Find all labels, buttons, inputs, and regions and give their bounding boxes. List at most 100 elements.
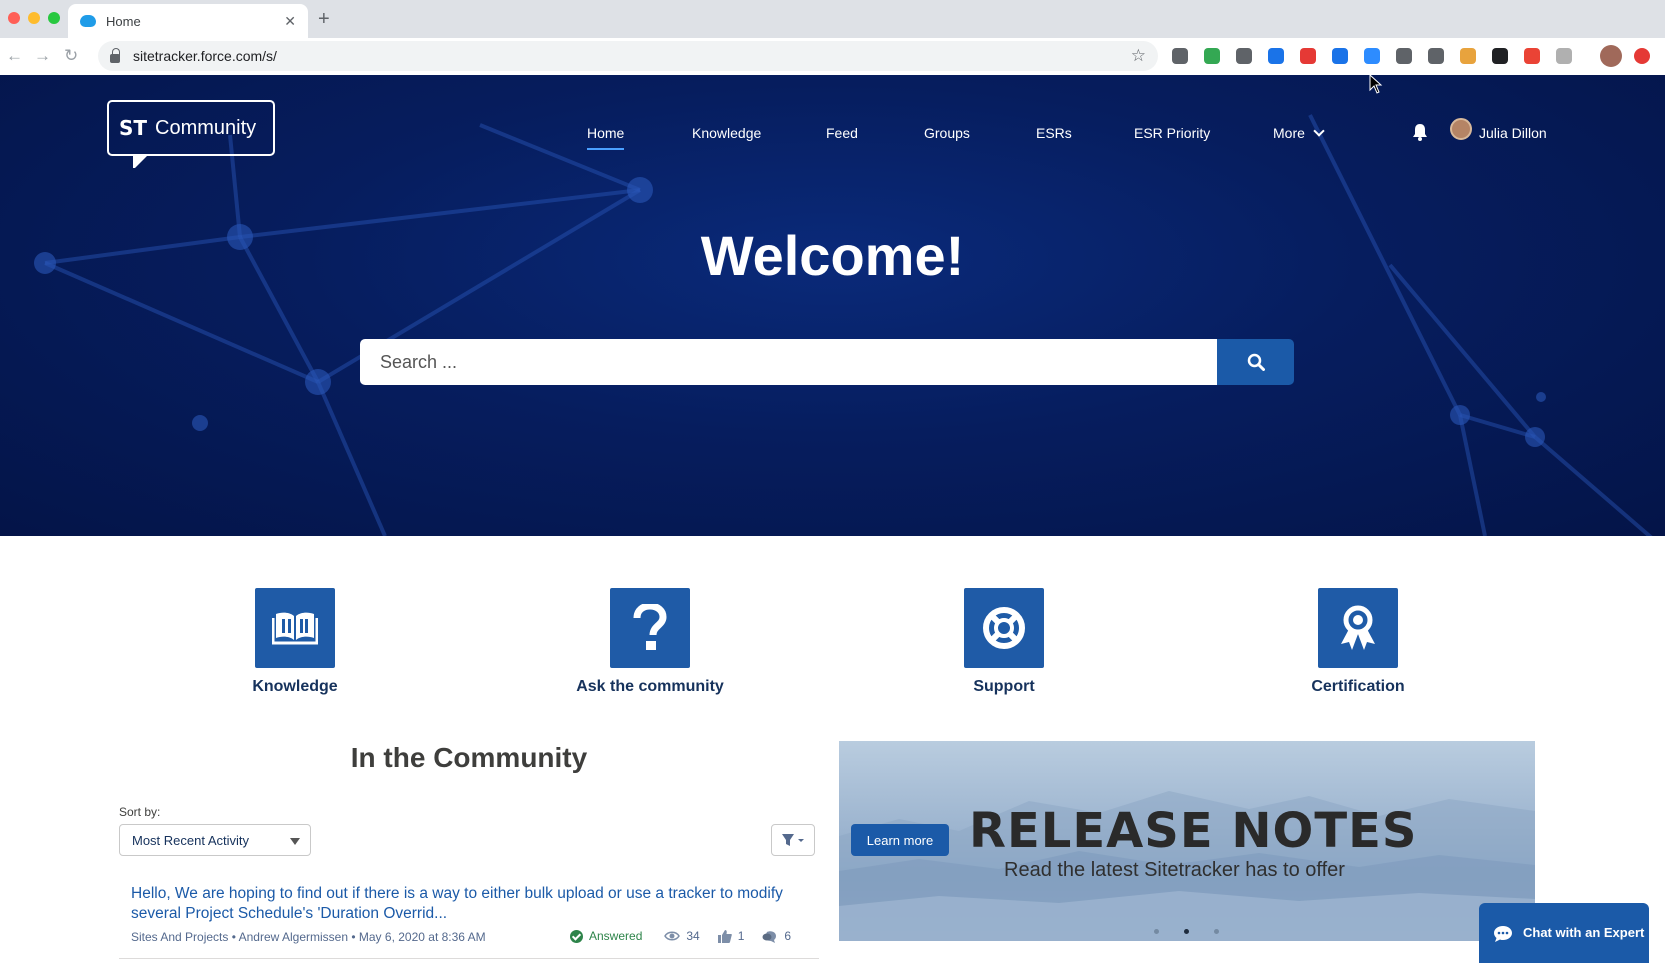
tile-label: Certification	[1311, 678, 1405, 695]
logo-text: Community	[155, 116, 257, 139]
extension-icon[interactable]	[1492, 48, 1508, 64]
browser-chrome: Home ✕ + ← → ↻ sitetracker.force.com/s/ …	[0, 0, 1665, 75]
tile-label: Ask the community	[576, 678, 724, 695]
views-count: 34	[664, 929, 700, 943]
nav-esrs[interactable]: ESRs	[1036, 125, 1072, 141]
st-community-logo[interactable]: ST Community	[107, 100, 275, 168]
search-button[interactable]	[1217, 339, 1294, 385]
caret-down-icon	[290, 838, 300, 845]
profile-avatar[interactable]	[1600, 45, 1622, 67]
url-text: sitetracker.force.com/s/	[133, 48, 277, 64]
banner-subtitle: Read the latest Sitetracker has to offer	[1004, 859, 1345, 881]
search-input[interactable]	[360, 339, 1217, 385]
comments-value: 6	[784, 929, 792, 943]
divider	[119, 958, 819, 959]
tile-knowledge[interactable]: Knowledge	[175, 588, 415, 696]
extension-icon[interactable]	[1364, 48, 1380, 64]
browser-tab-home[interactable]: Home ✕	[68, 4, 308, 38]
book-icon	[255, 588, 335, 668]
nav-esr-priority[interactable]: ESR Priority	[1134, 125, 1210, 141]
carousel-dot[interactable]	[1214, 929, 1219, 934]
extension-icon[interactable]	[1524, 48, 1540, 64]
close-window-button[interactable]	[8, 12, 20, 24]
eye-icon	[664, 931, 681, 941]
post-author[interactable]: Andrew Algermissen	[239, 930, 348, 944]
search-icon	[1247, 353, 1265, 371]
tile-ask-the-community[interactable]: Ask the community	[530, 588, 770, 696]
extension-icon[interactable]	[1556, 48, 1572, 64]
lifebuoy-icon	[964, 588, 1044, 668]
post-stats: Answered 34 1 6	[570, 929, 809, 943]
release-notes-banner[interactable]: Learn more RELEASE NOTES Read the latest…	[839, 741, 1535, 941]
carousel-dot-active[interactable]	[1184, 929, 1189, 934]
nav-more[interactable]: More	[1273, 125, 1325, 141]
address-bar[interactable]: sitetracker.force.com/s/ ☆	[98, 41, 1158, 71]
extension-icon[interactable]	[1236, 48, 1252, 64]
extension-icon[interactable]	[1460, 48, 1476, 64]
comments-count: 6	[762, 929, 791, 943]
search-bar	[360, 339, 1294, 385]
chat-with-expert-button[interactable]: Chat with an Expert	[1479, 903, 1649, 963]
nav-knowledge[interactable]: Knowledge	[692, 125, 761, 141]
extension-icon[interactable]	[1204, 48, 1220, 64]
extension-icon[interactable]	[1634, 48, 1650, 64]
welcome-heading: Welcome!	[700, 224, 965, 287]
nav-feed[interactable]: Feed	[826, 125, 858, 141]
extension-icon[interactable]	[1268, 48, 1284, 64]
user-avatar[interactable]	[1450, 118, 1472, 140]
user-name[interactable]: Julia Dillon	[1479, 125, 1547, 141]
sort-select-value: Most Recent Activity	[132, 832, 250, 848]
post-title-link[interactable]: Hello, We are hoping to find out if ther…	[131, 884, 811, 924]
carousel-indicators	[1154, 929, 1219, 934]
extension-icon[interactable]	[1300, 48, 1316, 64]
learn-more-button[interactable]: Learn more	[851, 824, 949, 856]
banner-title: RELEASE NOTES	[969, 803, 1418, 859]
sort-label: Sort by:	[119, 805, 161, 819]
question-icon	[610, 588, 690, 668]
tile-support[interactable]: Support	[884, 588, 1124, 696]
meta-separator: •	[351, 930, 356, 944]
mouse-cursor-icon	[1369, 74, 1383, 94]
filter-button[interactable]	[771, 824, 815, 856]
likes-value: 1	[737, 929, 745, 943]
minimize-window-button[interactable]	[28, 12, 40, 24]
award-ribbon-icon	[1318, 588, 1398, 668]
chevron-down-icon	[1313, 125, 1325, 137]
back-button[interactable]: ←	[6, 46, 23, 66]
notifications-bell-icon[interactable]	[1412, 123, 1428, 141]
chat-bubble-icon	[1494, 926, 1512, 942]
nav-groups[interactable]: Groups	[924, 125, 970, 141]
extension-icon[interactable]	[1332, 48, 1348, 64]
post-meta: Sites And Projects • Andrew Algermissen …	[131, 930, 486, 944]
browser-toolbar: ← → ↻ sitetracker.force.com/s/ ☆	[0, 38, 1665, 75]
nav-home[interactable]: Home	[587, 125, 625, 150]
extension-icon[interactable]	[1172, 48, 1188, 64]
check-circle-icon	[570, 929, 583, 943]
sort-select[interactable]: Most Recent Activity	[119, 824, 311, 856]
bookmark-star-icon[interactable]: ☆	[1131, 46, 1146, 66]
hero-banner: ST Community Home Knowledge Feed Groups …	[0, 75, 1665, 536]
meta-separator: •	[231, 930, 236, 944]
chat-label: Chat with an Expert	[1523, 925, 1645, 940]
answered-badge: Answered	[570, 929, 642, 943]
views-value: 34	[686, 929, 700, 943]
maximize-window-button[interactable]	[48, 12, 60, 24]
new-tab-button[interactable]: +	[318, 8, 330, 31]
post-date: May 6, 2020 at 8:36 AM	[358, 930, 486, 944]
post-topic[interactable]: Sites And Projects	[131, 930, 228, 944]
extension-icon[interactable]	[1428, 48, 1444, 64]
tab-close-icon[interactable]: ✕	[284, 13, 296, 30]
filter-icon	[782, 834, 804, 846]
tile-certification[interactable]: Certification	[1238, 588, 1478, 696]
reload-button[interactable]: ↻	[64, 46, 78, 66]
section-title: In the Community	[350, 742, 588, 773]
nav-more-label: More	[1273, 125, 1305, 141]
carousel-dot[interactable]	[1154, 929, 1159, 934]
salesforce-cloud-icon	[80, 15, 96, 27]
lock-icon	[110, 47, 120, 63]
forward-button[interactable]: →	[34, 46, 51, 66]
likes-count[interactable]: 1	[717, 929, 745, 943]
extension-icon[interactable]	[1396, 48, 1412, 64]
thumbs-up-icon	[717, 929, 732, 943]
logo-mark: ST	[119, 116, 148, 140]
